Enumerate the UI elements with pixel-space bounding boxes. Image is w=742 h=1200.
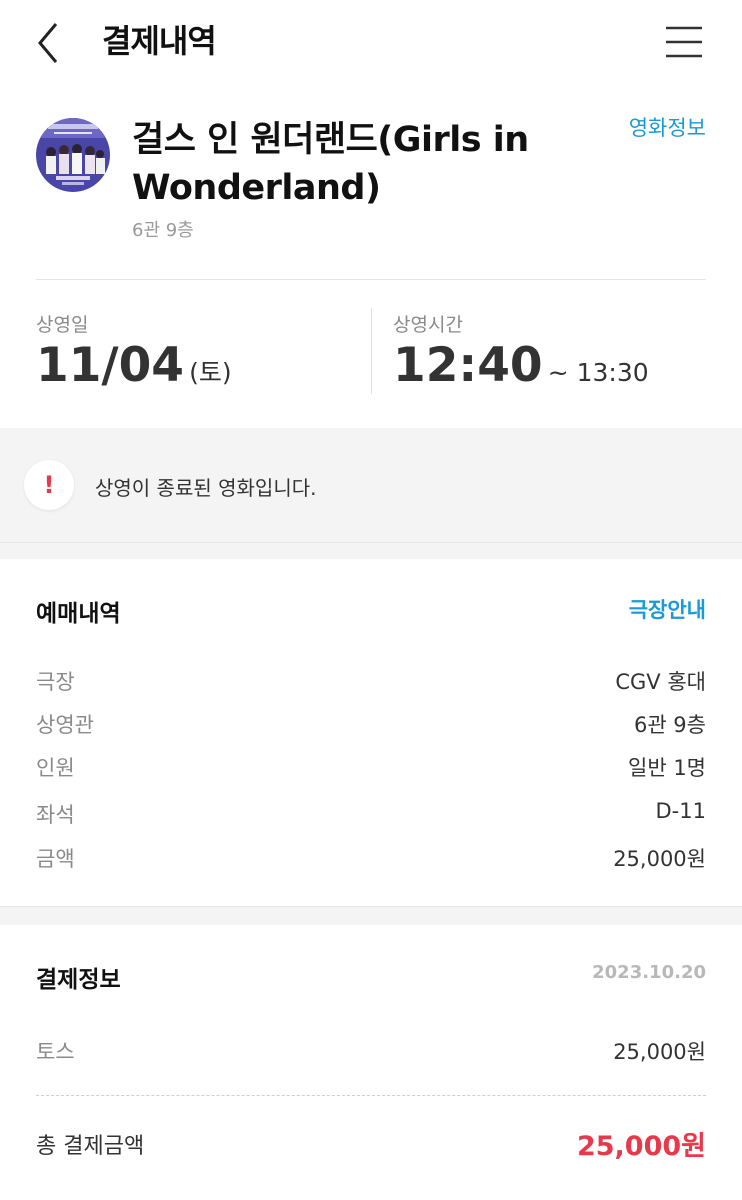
notice-text: 상영이 종료된 영화입니다.	[95, 476, 317, 500]
total-amount-value: 25,000원	[576, 1131, 706, 1162]
section-gap	[0, 906, 742, 925]
chevron-left-icon	[38, 23, 58, 63]
section-gap	[0, 543, 742, 559]
dashed-divider	[36, 1095, 706, 1096]
back-button[interactable]	[22, 18, 72, 68]
row-label-theater: 극장	[36, 670, 75, 694]
vertical-divider	[371, 308, 372, 394]
movie-title: 걸스 인 원더랜드(Girls in Wonderland)	[132, 120, 529, 208]
screening-date-label: 상영일	[36, 314, 89, 336]
end-time: ~ 13:30	[547, 358, 649, 387]
row-value-amount: 25,000원	[613, 847, 706, 871]
divider	[36, 279, 706, 280]
row-label-seat: 좌석	[36, 803, 75, 827]
start-time: 12:40	[393, 338, 543, 393]
movie-info-link[interactable]: 영화정보	[629, 112, 706, 142]
page-title: 결제내역	[102, 22, 217, 60]
row-value-payment-method: 25,000원	[613, 1040, 706, 1064]
hamburger-menu-icon	[666, 26, 702, 58]
screening-date-value: 11/04	[36, 338, 184, 393]
row-value-seat: D-11	[655, 799, 706, 823]
screening-day: (토)	[189, 358, 232, 387]
screening-time: 12:40 ~ 13:30	[393, 338, 649, 394]
screening-time-label: 상영시간	[393, 314, 463, 336]
total-amount-label: 총 결제금액	[36, 1134, 145, 1159]
row-value-screen: 6관 9층	[633, 713, 706, 737]
theater-info-link[interactable]: 극장안내	[629, 594, 706, 624]
screening-date: 11/04 (토)	[36, 338, 232, 394]
row-label-people: 인원	[36, 756, 75, 780]
row-label-amount: 금액	[36, 847, 75, 871]
row-label-payment-method: 토스	[36, 1040, 75, 1064]
movie-screen-info: 6관 9층	[132, 220, 194, 241]
booking-section-title: 예매내역	[36, 601, 121, 627]
alert-icon: !	[24, 460, 74, 510]
row-value-theater: CGV 홍대	[615, 670, 706, 694]
row-value-people: 일반 1명	[628, 756, 706, 780]
payment-date: 2023.10.20	[592, 962, 706, 983]
row-label-screen: 상영관	[36, 713, 94, 737]
payment-section-title: 결제정보	[36, 967, 121, 993]
menu-button[interactable]	[660, 20, 708, 64]
movie-poster-thumbnail	[36, 118, 110, 192]
